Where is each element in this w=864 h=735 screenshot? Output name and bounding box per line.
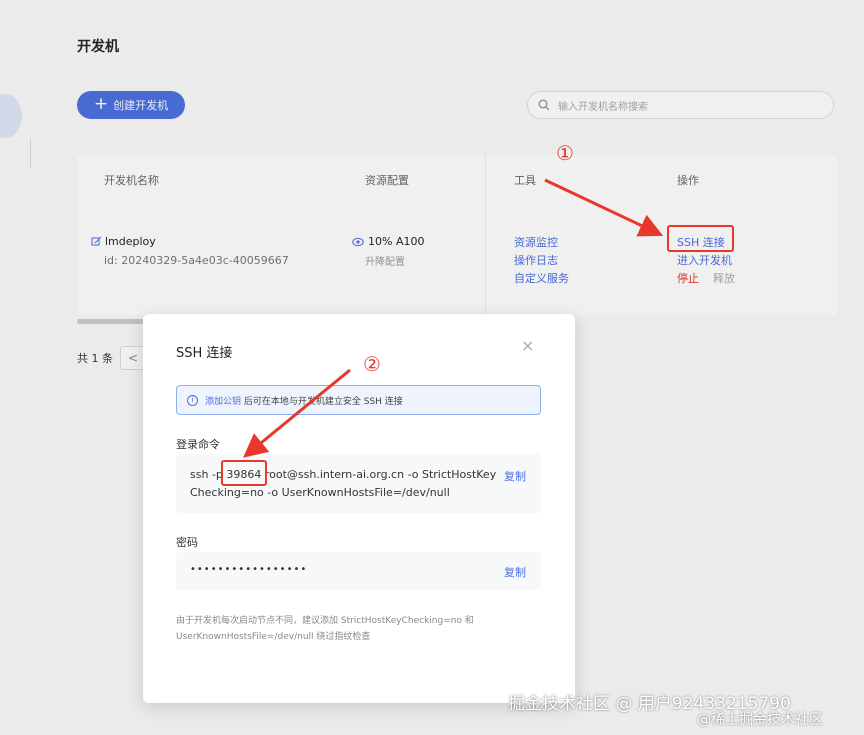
info-icon: i <box>187 394 198 406</box>
password-value: ••••••••••••••••• <box>190 564 308 575</box>
dialog-title: SSH 连接 <box>176 346 233 361</box>
add-public-key-link[interactable]: 添加公钥 <box>205 397 241 407</box>
annotation-box-ssh <box>667 225 734 252</box>
command-line-2: Checking=no -o UserKnownHostsFile=/dev/n… <box>190 486 450 499</box>
note-line-2: UserKnownHostsFile=/dev/null 绕过指纹检查 <box>176 632 371 642</box>
close-icon[interactable]: × <box>521 336 534 355</box>
password-box: ••••••••••••••••• 复制 <box>176 552 541 590</box>
copy-command-button[interactable]: 复制 <box>504 468 526 484</box>
annotation-step-2: ② <box>363 352 381 376</box>
note-line-1: 由于开发机每次启动节点不同，建议添加 StrictHostKeyChecking… <box>176 616 474 626</box>
password-label: 密码 <box>176 536 198 549</box>
annotation-box-port <box>221 460 267 486</box>
annotation-step-1: ① <box>556 141 574 165</box>
copy-password-button[interactable]: 复制 <box>504 564 526 580</box>
alert-text: 后可在本地与开发机建立安全 SSH 连接 <box>243 396 403 407</box>
info-alert: i 添加公钥 后可在本地与开发机建立安全 SSH 连接 <box>176 385 541 415</box>
ssh-dialog: SSH 连接 × i 添加公钥 后可在本地与开发机建立安全 SSH 连接 登录命… <box>143 314 575 703</box>
watermark-sub: @稀土掘金技术社区 <box>697 712 823 728</box>
login-command-label: 登录命令 <box>176 438 220 451</box>
